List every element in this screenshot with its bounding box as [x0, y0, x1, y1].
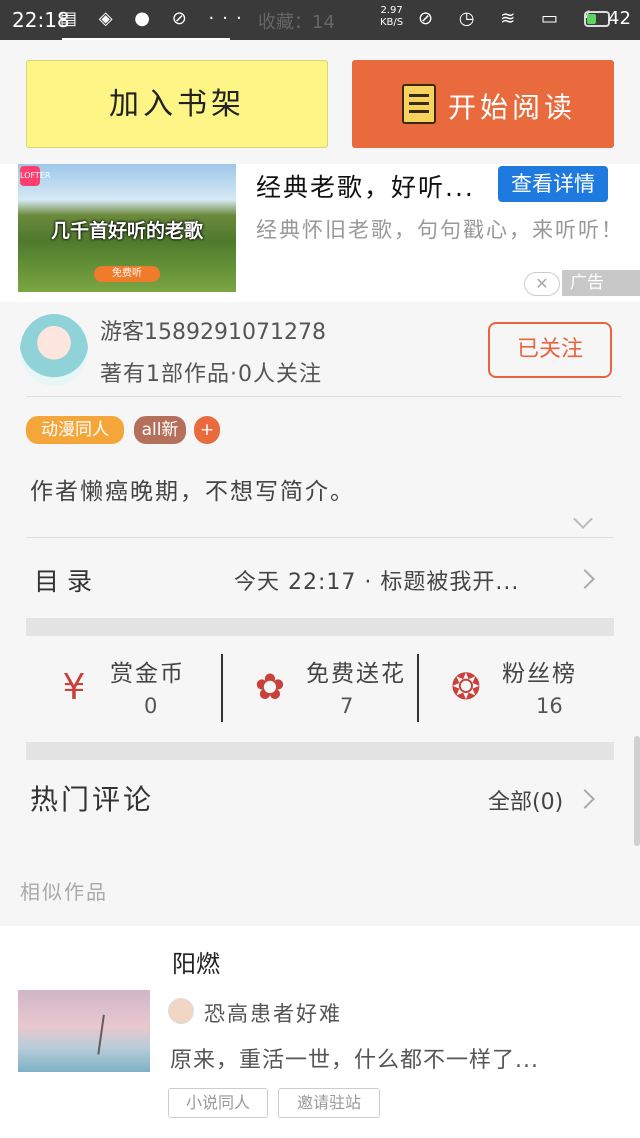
send-flower-label: 免费送花	[306, 661, 406, 687]
ad-description: 经典怀旧老歌，句句戳心，来听听！	[256, 218, 624, 242]
ad-badge: 广告	[562, 270, 640, 296]
red-envelope-icon: ¥	[62, 667, 86, 708]
book-icon	[402, 84, 436, 124]
toc-label: 目录	[34, 567, 101, 596]
chevron-right-icon[interactable]	[575, 789, 595, 809]
battery-icon	[584, 11, 610, 27]
ad-banner[interactable]: LOFTER 几千首好听的老歌 免费听 经典老歌，好听... 查看详情 经典怀旧…	[0, 164, 640, 302]
tag-anime[interactable]: 动漫同人	[26, 416, 124, 444]
battery-level: 42	[608, 8, 631, 29]
divider	[26, 396, 622, 397]
status-bar: 22:18 ▤ ◈ ● ⊘ ··· 收藏：14 2.97 KB/S ⊘ ◷ ≋ …	[0, 0, 640, 40]
book-author: 恐高患者好难	[204, 1002, 342, 1026]
medal-icon: ❂	[450, 667, 482, 708]
notification-icons: ▤ ◈ ● ⊘ ···	[60, 8, 250, 29]
network-speed-unit: KB/S	[380, 17, 404, 28]
add-tag-button[interactable]: +	[194, 416, 220, 444]
similar-book-card[interactable]: 阳燃 恐高患者好难 原来，重活一世，什么都不一样了... 小说同人 邀请驻站	[0, 926, 640, 1138]
book-tag[interactable]: 小说同人	[168, 1088, 268, 1118]
avatar	[168, 998, 194, 1024]
tag-all-new[interactable]: all新	[134, 416, 186, 444]
ad-image[interactable]: LOFTER 几千首好听的老歌 免费听	[18, 164, 236, 292]
add-to-shelf-button[interactable]: 加入书架	[26, 60, 328, 148]
latest-chapter: 今天 22:17 · 标题被我开...	[234, 570, 520, 595]
fan-ranking-label: 粉丝榜	[502, 661, 577, 687]
follow-button[interactable]: 已关注	[488, 322, 612, 378]
author-name[interactable]: 游客1589291071278	[100, 314, 326, 346]
section-separator	[26, 618, 614, 636]
author-section: 游客1589291071278 著有1部作品·0人关注 已关注	[0, 302, 640, 398]
book-title[interactable]: 阳燃	[172, 944, 220, 979]
network-speed-value: 2.97	[380, 5, 403, 16]
ad-detail-button[interactable]: 查看详情	[498, 166, 608, 202]
start-reading-button[interactable]: 开始阅读	[352, 60, 614, 148]
system-status-icons: ⊘ ◷ ≋ ▭ ϟ	[418, 8, 606, 29]
reward-coins-value: 0	[144, 694, 158, 718]
ad-image-text: 几千首好听的老歌	[50, 220, 203, 242]
section-separator	[26, 742, 614, 760]
hot-comments-title: 热门评论	[30, 783, 155, 816]
close-icon[interactable]: ✕	[524, 272, 560, 296]
table-of-contents-row[interactable]: 目录 今天 22:17 · 标题被我开...	[0, 538, 640, 618]
reward-coins-label: 赏金币	[110, 661, 185, 687]
chevron-right-icon	[575, 569, 595, 589]
book-cover[interactable]	[18, 990, 150, 1072]
action-bar: 加入书架 开始阅读	[0, 40, 640, 164]
chevron-down-icon[interactable]	[573, 509, 593, 529]
all-comments-link[interactable]: 全部(0)	[488, 784, 563, 816]
reward-coins-button[interactable]: ¥ 赏金币 0	[26, 636, 222, 742]
hot-comments-header: 热门评论 全部(0)	[0, 760, 640, 840]
start-reading-label: 开始阅读	[448, 91, 577, 124]
flower-icon: ✿	[254, 667, 286, 708]
book-description: 原来，重活一世，什么都不一样了...	[170, 1048, 539, 1073]
favorites-count-ghost: 收藏：14	[258, 12, 335, 33]
network-speed: 2.97 KB/S	[380, 5, 403, 29]
book-tag[interactable]: 邀请驻站	[278, 1088, 380, 1118]
avatar[interactable]	[20, 314, 88, 386]
author-stats: 著有1部作品·0人关注	[100, 362, 322, 387]
book-intro: 作者懒癌晚期，不想写简介。	[30, 479, 355, 505]
fan-ranking-button[interactable]: ❂ 粉丝榜 16	[418, 636, 614, 742]
scrollbar[interactable]	[634, 736, 640, 846]
send-flower-value: 7	[340, 694, 354, 718]
ad-app-logo: LOFTER	[20, 166, 50, 186]
similar-works-title: 相似作品	[20, 880, 108, 904]
ad-free-listen-button[interactable]: 免费听	[94, 266, 160, 282]
stats-row: ¥ 赏金币 0 ✿ 免费送花 7 ❂ 粉丝榜 16	[26, 636, 614, 742]
ad-title[interactable]: 经典老歌，好听...	[256, 168, 475, 204]
fan-ranking-value: 16	[536, 694, 563, 718]
send-flower-button[interactable]: ✿ 免费送花 7	[222, 636, 418, 742]
